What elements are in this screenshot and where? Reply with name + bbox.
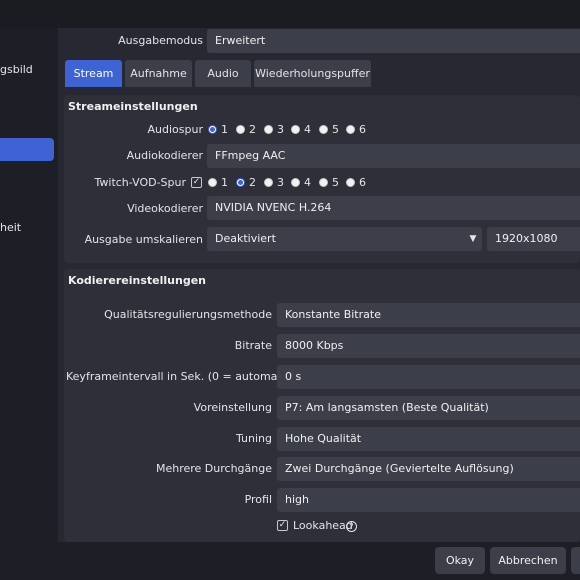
apply-button[interactable]	[571, 547, 580, 574]
tab-replay-buffer[interactable]: Wiederholungspuffer	[254, 60, 371, 87]
sidebar-item-security[interactable]: heit	[0, 221, 21, 234]
cancel-button[interactable]: Abbrechen	[490, 547, 566, 574]
rescale-combo[interactable]: Deaktiviert	[207, 227, 482, 251]
twitch-vod-radio-6[interactable]	[346, 178, 355, 187]
twitch-vod-radio-5[interactable]	[319, 178, 328, 187]
output-mode-label: Ausgabemodus	[118, 34, 203, 47]
twitch-vod-option-3: 3	[277, 176, 284, 189]
audio-track-option-4: 4	[304, 123, 311, 136]
settings-sidebar: gsbild heit	[0, 28, 58, 542]
profile-combo[interactable]: high	[277, 488, 580, 512]
audio-track-option-5: 5	[332, 123, 339, 136]
tuning-label: Tuning	[235, 432, 272, 445]
keyframe-interval-label: Keyframeintervall in Sek. (0 = automatis…	[66, 370, 308, 383]
audio-track-radio-4[interactable]	[291, 125, 300, 134]
stream-settings-title: Streameinstellungen	[68, 100, 198, 113]
audio-track-label: Audiospur	[147, 123, 203, 136]
tab-audio[interactable]: Audio	[195, 60, 251, 87]
video-encoder-label: Videokodierer	[127, 202, 203, 215]
lookahead-checkbox[interactable]: ✓	[277, 520, 288, 531]
bitrate-field[interactable]: 8000 Kbps	[277, 334, 580, 358]
chevron-down-icon[interactable]: ▼	[463, 227, 483, 251]
preset-label: Voreinstellung	[193, 401, 272, 414]
audio-track-radio-5[interactable]	[319, 125, 328, 134]
twitch-vod-checkbox[interactable]: ✓	[191, 177, 202, 188]
sidebar-item-selected[interactable]	[0, 138, 54, 161]
audio-encoder-combo[interactable]: FFmpeg AAC	[207, 144, 580, 168]
tuning-combo[interactable]: Hohe Qualität	[277, 427, 580, 451]
twitch-vod-option-1: 1	[221, 176, 228, 189]
twitch-vod-option-2: 2	[249, 176, 256, 189]
keyframe-interval-field[interactable]: 0 s	[277, 365, 580, 389]
multipass-label: Mehrere Durchgänge	[155, 462, 272, 475]
rescale-label: Ausgabe umskalieren	[84, 233, 203, 246]
help-icon[interactable]: ?	[346, 521, 357, 532]
audio-track-radio-1[interactable]	[208, 125, 217, 134]
preset-combo[interactable]: P7: Am langsamsten (Beste Qualität)	[277, 396, 580, 420]
audio-track-radio-6[interactable]	[346, 125, 355, 134]
encoder-settings-title: Kodierereinstellungen	[68, 274, 206, 287]
twitch-vod-radio-1[interactable]	[208, 178, 217, 187]
twitch-vod-radio-3[interactable]	[264, 178, 273, 187]
twitch-vod-radio-2[interactable]	[236, 178, 245, 187]
bitrate-label: Bitrate	[234, 339, 272, 352]
audio-encoder-label: Audiokodierer	[126, 149, 203, 162]
window-top-bar	[0, 0, 580, 28]
output-mode-combo[interactable]: Erweitert	[207, 29, 580, 53]
twitch-vod-option-5: 5	[332, 176, 339, 189]
rate-control-label: Qualitätsregulierungsmethode	[104, 308, 272, 321]
profile-label: Profil	[244, 493, 272, 506]
audio-track-option-6: 6	[359, 123, 366, 136]
audio-track-option-3: 3	[277, 123, 284, 136]
rate-control-combo[interactable]: Konstante Bitrate	[277, 303, 580, 327]
multipass-combo[interactable]: Zwei Durchgänge (Geviertelte Auflösung)	[277, 457, 580, 481]
twitch-vod-radio-4[interactable]	[291, 178, 300, 187]
tab-recording[interactable]: Aufnahme	[125, 60, 192, 87]
tab-stream[interactable]: Stream	[65, 60, 122, 87]
twitch-vod-option-6: 6	[359, 176, 366, 189]
audio-track-radio-3[interactable]	[264, 125, 273, 134]
audio-track-radio-2[interactable]	[236, 125, 245, 134]
twitch-vod-option-4: 4	[304, 176, 311, 189]
video-encoder-combo[interactable]: NVIDIA NVENC H.264	[207, 196, 580, 220]
sidebar-item-output-image[interactable]: gsbild	[0, 63, 33, 76]
rescale-resolution-field[interactable]: 1920x1080	[487, 227, 580, 251]
twitch-vod-label: Twitch-VOD-Spur	[94, 176, 187, 189]
audio-track-option-1: 1	[221, 123, 228, 136]
audio-track-option-2: 2	[249, 123, 256, 136]
lookahead-label: Lookahead	[293, 519, 353, 532]
ok-button[interactable]: Okay	[435, 547, 485, 574]
